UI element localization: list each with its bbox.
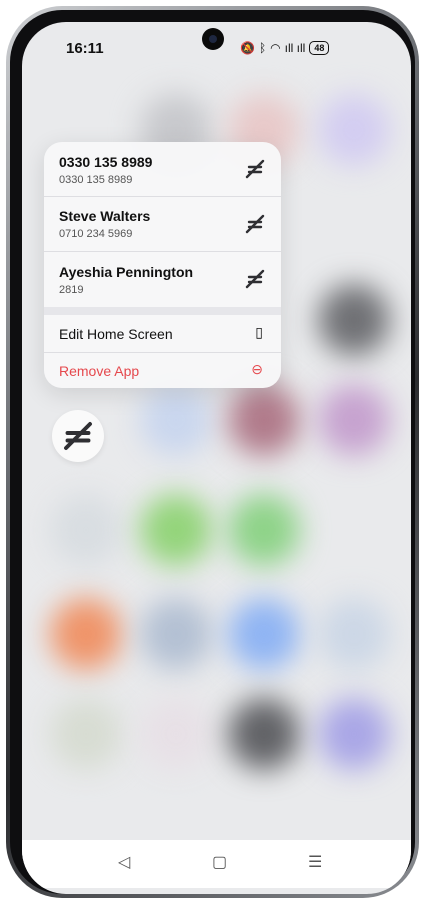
blurred-app <box>228 698 300 770</box>
contact-shortcut[interactable]: 0330 135 8989 0330 135 8989 <box>44 142 281 197</box>
phone-outline-icon: ▯ <box>255 324 263 340</box>
contact-title: Steve Walters <box>59 208 151 224</box>
blurred-app <box>318 284 390 356</box>
blurred-app <box>140 494 212 566</box>
minus-circle-icon: ⊖ <box>251 361 263 377</box>
home-screen: 16:11 🔕 ᛒ ◠ ıll ıll 48 0330 135 8989 033… <box>22 22 411 894</box>
contact-title: 0330 135 8989 <box>59 154 153 170</box>
front-camera <box>202 28 224 50</box>
app-shortcut-menu: 0330 135 8989 0330 135 8989 Steve Walter… <box>44 142 281 388</box>
mute-icon: 🔕 <box>240 41 255 55</box>
blurred-app <box>318 384 390 456</box>
app-logo-icon <box>245 159 265 179</box>
app-logo-icon <box>245 269 265 289</box>
blurred-app <box>140 698 212 770</box>
contact-title: Ayeshia Pennington <box>59 264 194 280</box>
app-logo-icon <box>245 214 265 234</box>
app-logo-icon <box>64 422 92 450</box>
contact-subtitle: 0710 234 5969 <box>59 228 133 240</box>
recents-button[interactable]: ☰ <box>308 852 322 872</box>
blurred-app <box>228 494 300 566</box>
blurred-app <box>318 94 390 166</box>
status-bar: 16:11 🔕 ᛒ ◠ ıll ıll 48 <box>22 22 411 76</box>
contact-subtitle: 2819 <box>59 284 84 296</box>
contact-subtitle: 0330 135 8989 <box>59 174 133 186</box>
home-button[interactable]: ▢ <box>212 852 227 872</box>
blurred-app <box>318 698 390 770</box>
status-icons: 🔕 ᛒ ◠ ıll ıll 48 <box>240 40 330 56</box>
blurred-app <box>140 384 212 456</box>
battery-icon: 48 <box>309 41 330 55</box>
menu-divider <box>44 307 281 315</box>
bluetooth-icon: ᛒ <box>258 41 267 55</box>
app-icon[interactable] <box>52 410 104 462</box>
contact-shortcut[interactable]: Steve Walters 0710 234 5969 <box>44 196 281 252</box>
blurred-app <box>50 494 122 566</box>
remove-app-label: Remove App <box>59 363 140 379</box>
edit-home-screen-button[interactable]: Edit Home Screen ▯ <box>44 315 281 353</box>
navigation-bar: ◁ ▢ ☰ <box>22 840 411 888</box>
contact-shortcut[interactable]: Ayeshia Pennington 2819 <box>44 251 281 307</box>
blurred-app <box>50 598 122 670</box>
blurred-app <box>228 598 300 670</box>
remove-app-button[interactable]: Remove App ⊖ <box>44 352 281 388</box>
blurred-app <box>228 384 300 456</box>
status-time: 16:11 <box>66 40 104 57</box>
blurred-app <box>140 598 212 670</box>
wifi-icon: ◠ <box>270 41 281 55</box>
blurred-app <box>50 698 122 770</box>
signal-icon: ıll ıll <box>284 41 306 55</box>
edit-home-screen-label: Edit Home Screen <box>59 326 173 342</box>
back-button[interactable]: ◁ <box>118 852 130 872</box>
blurred-app <box>318 598 390 670</box>
